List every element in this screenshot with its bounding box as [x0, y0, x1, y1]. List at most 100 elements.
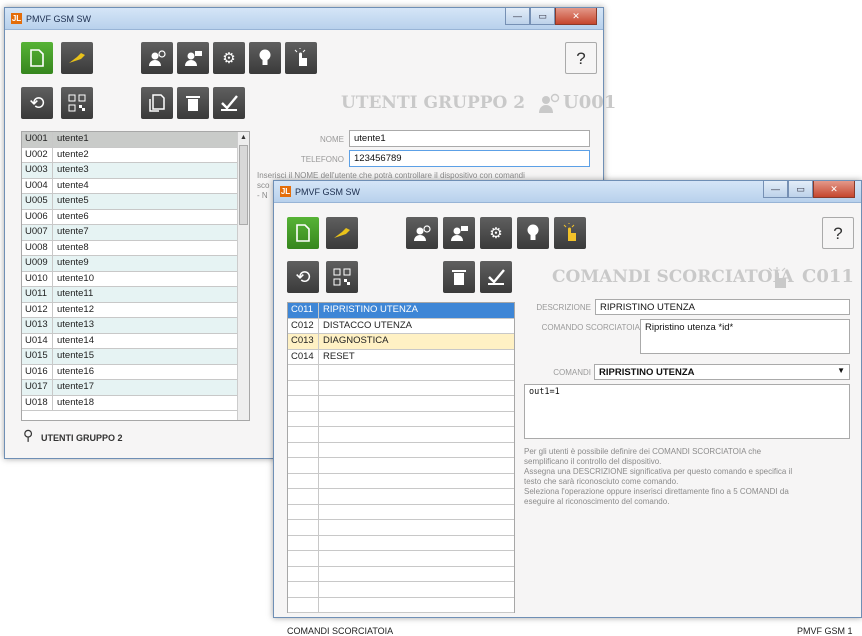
command-code: C011: [288, 303, 319, 318]
nome-label: NOME: [320, 135, 344, 144]
list-item[interactable]: [288, 380, 514, 396]
users-button[interactable]: [141, 42, 173, 74]
list-item[interactable]: [288, 582, 514, 598]
list-item[interactable]: [288, 411, 514, 427]
title-bar[interactable]: JL PMVF GSM SW — ▭ ✕: [5, 8, 603, 30]
list-item[interactable]: U004 utente4: [22, 178, 237, 194]
settings-button[interactable]: ⚙: [480, 217, 512, 249]
maximize-button[interactable]: ▭: [530, 8, 555, 25]
help-button[interactable]: ?: [822, 217, 854, 249]
user-name: utente17: [57, 381, 94, 392]
command-name: [319, 396, 514, 411]
connect-button[interactable]: [61, 42, 93, 74]
list-item[interactable]: U003 utente3: [22, 163, 237, 179]
nome-field[interactable]: utente1: [349, 130, 590, 147]
search-icon[interactable]: ⚲: [23, 427, 33, 444]
user-name: utente9: [57, 257, 89, 268]
list-scrollbar[interactable]: ▲: [237, 132, 249, 420]
minimize-button[interactable]: —: [505, 8, 530, 25]
user-messages-button[interactable]: [443, 217, 475, 249]
command-name: RIPRISTINO UTENZA: [323, 304, 419, 315]
new-document-button[interactable]: [287, 217, 319, 249]
user-messages-button[interactable]: [177, 42, 209, 74]
list-item[interactable]: [288, 458, 514, 474]
copy-button[interactable]: [141, 87, 173, 119]
list-item[interactable]: [288, 442, 514, 458]
settings-button[interactable]: ⚙: [213, 42, 245, 74]
list-item[interactable]: U018 utente18: [22, 395, 237, 411]
list-item[interactable]: U006 utente6: [22, 209, 237, 225]
list-item[interactable]: [288, 520, 514, 536]
connect-button[interactable]: [326, 217, 358, 249]
tips-button[interactable]: [249, 42, 281, 74]
tips-button[interactable]: [517, 217, 549, 249]
list-item[interactable]: [288, 396, 514, 412]
users-button[interactable]: [406, 217, 438, 249]
users-list[interactable]: U001 utente1 U002 utente2 U003 utente3 U004 ute…: [21, 131, 250, 421]
list-item[interactable]: U013 utente13: [22, 318, 237, 334]
list-item[interactable]: [288, 365, 514, 381]
app-logo-icon: JL: [280, 186, 291, 197]
qr-code-icon: [68, 94, 86, 112]
list-item[interactable]: U016 utente16: [22, 364, 237, 380]
help-icon: ?: [576, 48, 586, 68]
shortcut-commands-button[interactable]: [285, 42, 317, 74]
list-item[interactable]: U012 utente12: [22, 302, 237, 318]
shortcut-commands-button[interactable]: [554, 217, 586, 249]
list-item[interactable]: U017 utente17: [22, 380, 237, 396]
command-name: [319, 598, 514, 613]
command-code: C012: [288, 318, 319, 333]
list-item[interactable]: [288, 427, 514, 443]
list-item[interactable]: C014 RESET: [288, 349, 514, 365]
telefono-field[interactable]: 123456789: [349, 150, 590, 167]
close-button[interactable]: ✕: [555, 8, 597, 25]
help-button[interactable]: ?: [565, 42, 597, 74]
list-item[interactable]: [288, 504, 514, 520]
list-item[interactable]: [288, 551, 514, 567]
comando-scorciatoia-field[interactable]: Ripristino utenza *id*: [640, 319, 850, 354]
list-item[interactable]: U008 utente8: [22, 240, 237, 256]
list-item[interactable]: [288, 473, 514, 489]
delete-button[interactable]: [177, 87, 209, 119]
list-item[interactable]: U011 utente11: [22, 287, 237, 303]
commands-textarea[interactable]: out1=1: [524, 384, 850, 439]
list-item[interactable]: U005 utente5: [22, 194, 237, 210]
command-name: DISTACCO UTENZA: [323, 319, 413, 331]
title-bar[interactable]: JL PMVF GSM SW — ▭ ✕: [274, 181, 861, 203]
refresh-button[interactable]: ⟲: [287, 261, 319, 293]
descrizione-field[interactable]: RIPRISTINO UTENZA: [595, 299, 850, 315]
maximize-button[interactable]: ▭: [788, 181, 813, 198]
gears-icon: ⚙: [222, 49, 236, 67]
qr-code-button[interactable]: [61, 87, 93, 119]
gears-icon: ⚙: [489, 224, 503, 242]
checkmark-icon: [221, 95, 238, 111]
confirm-button[interactable]: [480, 261, 512, 293]
list-item[interactable]: [288, 597, 514, 613]
list-item[interactable]: C013 DIAGNOSTICA: [288, 334, 514, 350]
qr-code-button[interactable]: [326, 261, 358, 293]
list-item[interactable]: U014 utente14: [22, 333, 237, 349]
list-item[interactable]: C011 RIPRISTINO UTENZA: [288, 303, 514, 319]
document-icon: [296, 224, 310, 242]
list-item[interactable]: U007 utente7: [22, 225, 237, 241]
confirm-button[interactable]: [213, 87, 245, 119]
hand-pointer-icon: [768, 267, 786, 288]
list-item[interactable]: [288, 566, 514, 582]
commands-list[interactable]: C011 RIPRISTINO UTENZA C012 DISTACCO UTENZA…: [287, 302, 515, 613]
user-name: utente3: [57, 164, 89, 175]
list-item[interactable]: C012 DISTACCO UTENZA: [288, 318, 514, 334]
close-button[interactable]: ✕: [813, 181, 855, 198]
list-item[interactable]: U002 utente2: [22, 147, 237, 163]
new-document-button[interactable]: [21, 42, 53, 74]
info-line: eseguire al riconoscimento del comando.: [524, 497, 670, 506]
list-item[interactable]: U001 utente1: [22, 132, 237, 148]
list-item[interactable]: U015 utente15: [22, 349, 237, 365]
list-item[interactable]: [288, 535, 514, 551]
list-item[interactable]: U010 utente10: [22, 271, 237, 287]
comandi-select[interactable]: RIPRISTINO UTENZA ▼: [594, 364, 850, 380]
list-item[interactable]: U009 utente9: [22, 256, 237, 272]
delete-button[interactable]: [443, 261, 475, 293]
refresh-button[interactable]: ⟲: [21, 87, 53, 119]
list-item[interactable]: [288, 489, 514, 505]
minimize-button[interactable]: —: [763, 181, 788, 198]
